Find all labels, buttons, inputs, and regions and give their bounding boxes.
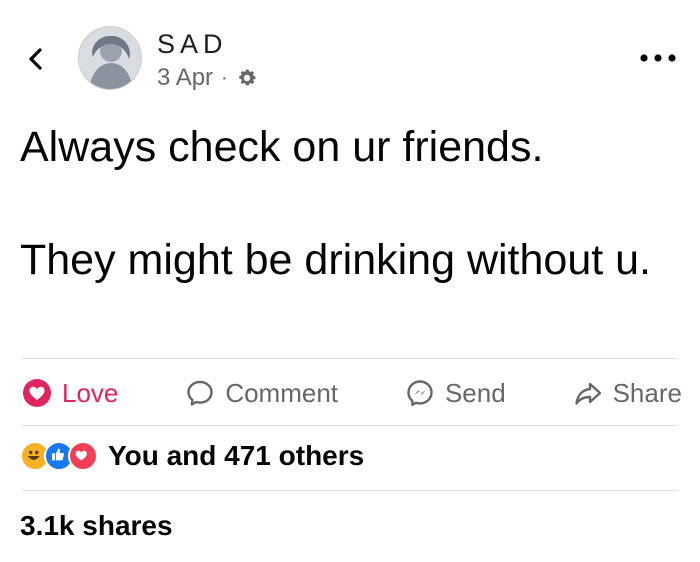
facebook-post: SAD 3 Apr · Always check on ur friends. … [0,0,700,562]
love-reaction-icon [68,441,98,471]
reactions-count[interactable]: You and 471 others [108,440,364,472]
avatar-image [79,27,141,89]
share-button[interactable]: Share [573,378,682,409]
meta-separator: · [221,66,228,89]
messenger-icon [407,380,433,406]
action-bar: Love Comment Send Share [22,366,682,420]
share-label: Share [612,377,682,408]
send-label: Send [444,377,506,408]
comment-label: Comment [225,377,339,408]
comment-button[interactable]: Comment [185,378,338,409]
love-heart-icon [23,379,51,407]
love-label: Love [62,377,119,408]
divider [22,490,678,491]
reactions-summary[interactable]: You and 471 others [20,440,364,472]
post-text-line: Always check on ur friends. [20,123,544,171]
author-name[interactable]: SAD [157,29,228,60]
more-options-icon[interactable] [636,48,680,68]
divider [22,425,678,426]
share-arrow-icon [574,382,601,405]
comment-bubble-icon [187,380,214,406]
gear-icon[interactable] [236,67,258,89]
divider [22,358,678,359]
post-meta: 3 Apr · [157,64,258,92]
back-chevron-icon[interactable] [22,44,52,74]
post-timestamp[interactable]: 3 Apr [157,64,213,92]
reaction-icons [20,441,98,471]
love-button[interactable]: Love [22,378,118,409]
post-text-line: They might be drinking without u. [20,236,651,284]
shares-count[interactable]: 3.1k shares [20,510,173,542]
avatar[interactable] [78,26,142,90]
send-button[interactable]: Send [405,378,506,409]
post-body: Always check on ur friends. They might b… [20,118,680,289]
